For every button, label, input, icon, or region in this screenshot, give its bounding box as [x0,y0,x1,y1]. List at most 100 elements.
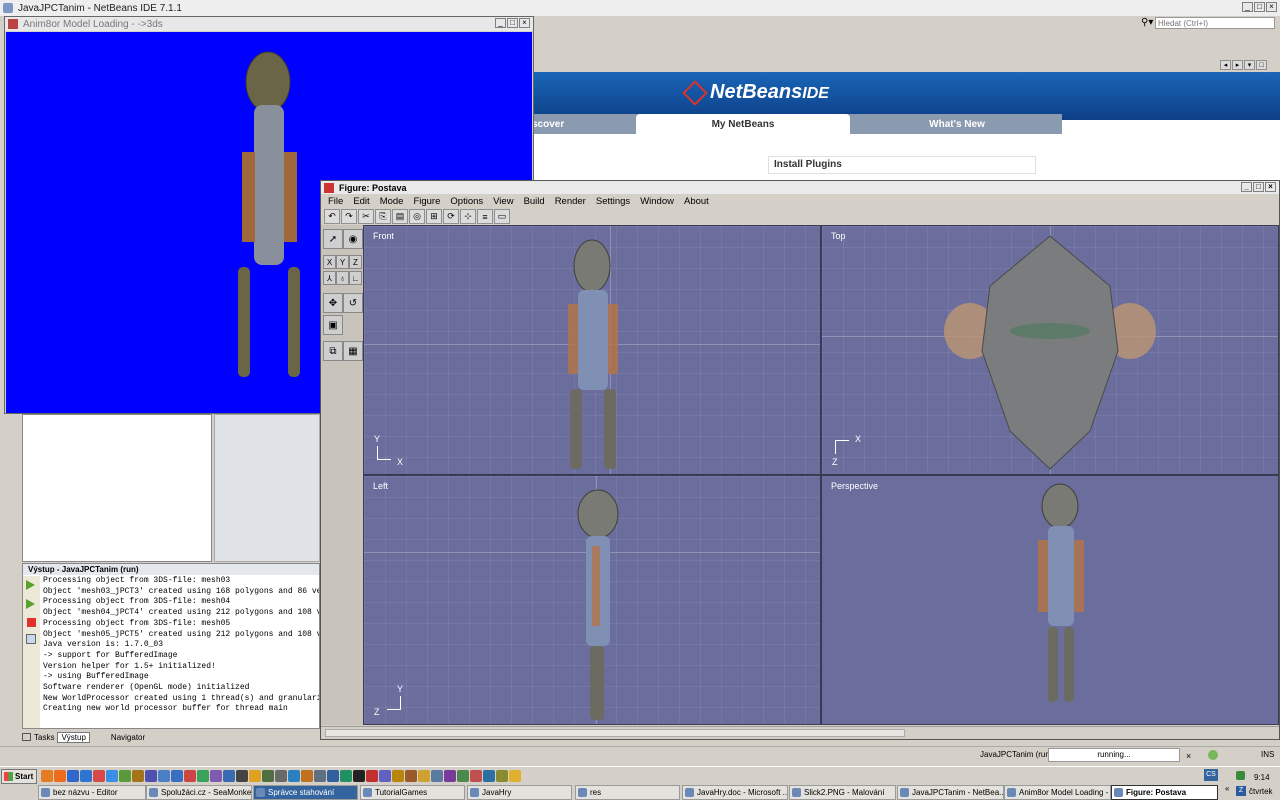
search-input[interactable] [1155,17,1275,29]
arc-rotate-icon[interactable]: ⟳ [443,209,459,224]
viewport-front[interactable]: Front Y X [363,225,821,475]
redo-icon[interactable]: ↷ [341,209,357,224]
menu-view[interactable]: View [488,195,518,208]
viewport-top[interactable]: Top X Z [821,225,1279,475]
menu-file[interactable]: File [323,195,348,208]
taskbar-task[interactable]: Spolužáci.cz - SeaMonkey [146,785,252,800]
list-icon[interactable]: ≡ [477,209,493,224]
taskbar-task[interactable]: JavaHry.doc - Microsoft ... [682,785,788,800]
output-log[interactable]: Processing object from 3DS-file: mesh03 O… [43,576,319,726]
output-settings-icon[interactable] [26,634,36,644]
copy-icon[interactable]: ⎘ [375,209,391,224]
menu-figure[interactable]: Figure [408,195,445,208]
tab-list-icon[interactable]: ▾ [1244,60,1255,70]
frame-all-icon[interactable]: ◎ [409,209,425,224]
task-app-icon [1114,788,1123,797]
figure-status-bar [321,726,1279,739]
grid-snap-icon[interactable]: ⊹ [460,209,476,224]
joint-tool-icon[interactable]: ♁ [336,271,349,285]
close-icon[interactable]: × [519,18,530,28]
view-tool-icon[interactable]: ◉ [343,229,363,249]
netbeans-titlebar[interactable]: JavaJPCTanim - NetBeans IDE 7.1.1 _ □ × [0,0,1280,16]
viewport-perspective[interactable]: Perspective [821,475,1279,725]
task-app-icon [470,788,479,797]
camera-tool-icon[interactable]: ⧉ [323,341,343,361]
viewport-left[interactable]: Left Y Z [363,475,821,725]
taskbar-task[interactable]: JavaHry [467,785,572,800]
taskbar-task[interactable]: res [575,785,680,800]
rotate-tool-icon[interactable]: ↺ [343,293,363,313]
task-app-icon [149,788,158,797]
menu-render[interactable]: Render [550,195,591,208]
figure-hscroll[interactable] [325,729,905,737]
netbeans-title: JavaJPCTanim - NetBeans IDE 7.1.1 [18,2,182,14]
arrow-tool-icon[interactable]: ➚ [323,229,343,249]
tray-zone-icon[interactable]: Z [1236,786,1246,796]
rerun-icon[interactable] [26,580,35,590]
menu-build[interactable]: Build [519,195,550,208]
taskbar-task[interactable]: bez názvu - Editor [38,785,146,800]
tab-whats-new[interactable]: What's New [852,116,1062,134]
undo-icon[interactable]: ↶ [324,209,340,224]
tab-navigator[interactable]: Navigator [111,733,145,742]
output-panel-title[interactable]: Výstup - JavaJPCTanim (run) [23,564,319,575]
axis-z-button[interactable]: Z [349,255,362,269]
model-leg-left [238,267,250,377]
rerun-with-params-icon[interactable] [26,599,35,609]
taskbar-task-label: TutorialGames [375,788,428,797]
axis-x-button[interactable]: X [323,255,336,269]
language-indicator[interactable]: CS [1204,769,1218,781]
tab-my-netbeans[interactable]: My NetBeans [636,114,850,136]
front-axis-x-label: X [397,457,404,467]
close-icon[interactable]: × [1266,2,1277,12]
bone-tool-icon[interactable]: ⅄ [323,271,336,285]
tab-tasks[interactable]: Tasks [34,733,54,742]
menu-mode[interactable]: Mode [375,195,409,208]
tray-network-icon[interactable] [1236,771,1245,780]
tab-output[interactable]: Výstup [57,731,90,743]
editor-maximize-icon[interactable]: □ [1256,60,1267,70]
anim-titlebar[interactable]: Anim8or Model Loading - ->3ds _ □ × [5,17,533,31]
search-icon[interactable]: ⚲▾ [1141,17,1155,29]
tray-expand-icon[interactable]: « [1225,784,1229,793]
maximize-icon[interactable]: □ [1254,2,1265,12]
taskbar-task-label: bez názvu - Editor [53,788,118,797]
viewport-perspective-label: Perspective [831,481,879,491]
install-plugins-link[interactable]: Install Plugins [768,156,1036,174]
scroll-left-icon[interactable]: ◂ [1220,60,1231,70]
minimize-icon[interactable]: _ [1241,182,1252,192]
close-icon[interactable]: × [1265,182,1276,192]
figure-menubar: File Edit Mode Figure Options View Build Render… [323,195,714,208]
status-cancel-icon[interactable]: × [1186,751,1191,761]
menu-window[interactable]: Window [635,195,679,208]
status-notification-icon[interactable] [1208,750,1218,760]
minimize-icon[interactable]: _ [495,18,506,28]
taskbar-task[interactable]: Správce stahování [253,785,358,800]
axis-y-button[interactable]: Y [336,255,349,269]
move-tool-icon[interactable]: ✥ [323,293,343,313]
output-line: Object 'mesh03_jPCT3' created using 168 … [43,586,319,596]
figure-titlebar[interactable]: Figure: Postava _ □ × [321,181,1279,194]
maximize-icon[interactable]: □ [507,18,518,28]
paste-icon[interactable]: ▤ [392,209,408,224]
texture-tool-icon[interactable]: ▦ [343,341,363,361]
four-views-icon[interactable]: ⊞ [426,209,442,224]
stop-icon[interactable] [27,618,36,627]
menu-about[interactable]: About [679,195,714,208]
taskbar-task[interactable]: Slick2.PNG - Malování [789,785,896,800]
maximize-icon[interactable]: □ [1253,182,1264,192]
tab-discover[interactable]: scover [532,116,632,134]
taskbar-task[interactable]: JavaJPCTanim - NetBea... [897,785,1004,800]
menu-edit[interactable]: Edit [348,195,374,208]
minimize-icon[interactable]: _ [1242,2,1253,12]
menu-settings[interactable]: Settings [591,195,635,208]
menu-options[interactable]: Options [445,195,488,208]
taskbar-task[interactable]: TutorialGames [360,785,465,800]
front-model-arm-left [568,304,578,374]
taskbar-task[interactable]: Anim8or Model Loading - ... [1004,785,1111,800]
ruler-tool-icon[interactable]: ∟ [349,271,362,285]
cut-icon[interactable]: ✂ [358,209,374,224]
tray-clock[interactable]: 9:14 [1254,773,1270,782]
select-region-icon[interactable]: ▣ [323,315,343,335]
scroll-right-icon[interactable]: ▸ [1232,60,1243,70]
